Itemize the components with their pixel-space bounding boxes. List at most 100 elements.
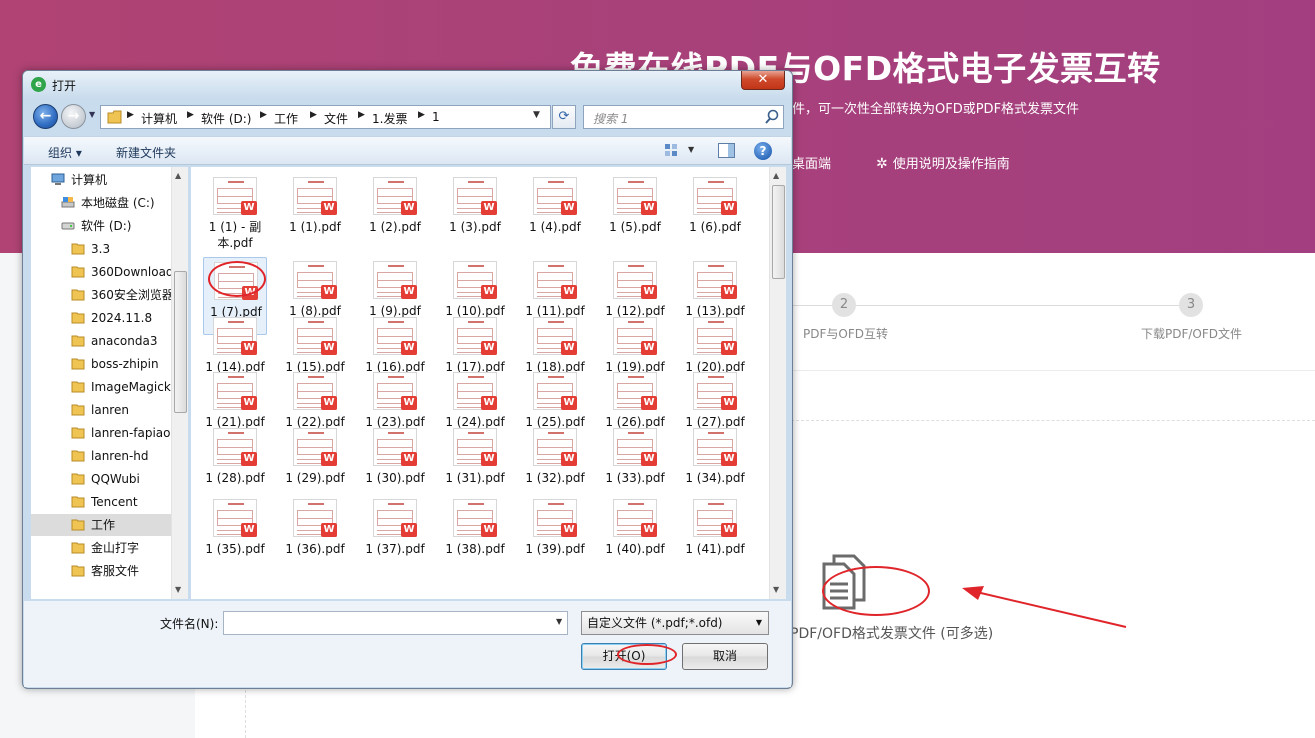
nav-item-folder[interactable]: QQWubi xyxy=(71,468,140,490)
filename-dropdown-icon[interactable]: ▼ xyxy=(556,617,562,626)
file-item[interactable]: W 1 (32).pdf xyxy=(523,424,587,502)
file-list-scrollbar[interactable]: ▲ ▼ xyxy=(769,167,786,599)
nav-item-folder[interactable]: Tencent xyxy=(71,491,138,513)
wps-pdf-icon: W xyxy=(401,341,417,355)
help-icon[interactable]: ? xyxy=(754,142,772,160)
scroll-down-icon[interactable]: ▼ xyxy=(773,585,779,594)
address-bar[interactable]: ▶ 计算机 ▶ 软件 (D:) ▶ 工作 ▶ 文件 ▶ 1.发票 ▶ 1 ▼ xyxy=(100,105,551,129)
breadcrumb-drive-d[interactable]: 软件 (D:) xyxy=(201,110,251,127)
view-dropdown-icon[interactable]: ▼ xyxy=(688,145,694,154)
file-type-select[interactable]: 自定义文件 (*.pdf;*.ofd) ▼ xyxy=(581,611,769,635)
scroll-up-icon[interactable]: ▲ xyxy=(773,171,779,180)
chevron-right-icon[interactable]: ▶ xyxy=(358,110,365,120)
nav-desktop-link[interactable]: 桌面端 xyxy=(792,153,831,172)
scrollbar-thumb[interactable] xyxy=(174,271,187,413)
nav-item-drive-c[interactable]: 本地磁盘 (C:) xyxy=(61,192,155,214)
cancel-button[interactable]: 取消 xyxy=(682,643,768,670)
file-item[interactable]: W 1 (34).pdf xyxy=(683,424,747,502)
filename-input[interactable] xyxy=(223,611,568,635)
folder-icon xyxy=(71,243,85,255)
nav-item-folder[interactable]: lanren-fapiao xyxy=(71,422,171,444)
chevron-right-icon[interactable]: ▶ xyxy=(187,110,194,120)
wps-pdf-icon: W xyxy=(641,523,657,537)
file-name: 1 (33).pdf xyxy=(605,471,665,485)
breadcrumb-files[interactable]: 文件 xyxy=(324,110,348,127)
new-folder-button[interactable]: 新建文件夹 xyxy=(116,144,176,161)
file-item[interactable]: W 1 (37).pdf xyxy=(363,495,427,573)
wps-pdf-icon: W xyxy=(321,396,337,410)
nav-item-folder[interactable]: 客服文件 xyxy=(71,560,139,582)
back-button[interactable]: ← xyxy=(33,104,58,129)
breadcrumb-invoices[interactable]: 1.发票 xyxy=(372,110,407,127)
file-item[interactable]: W 1 (4).pdf xyxy=(523,173,587,251)
scroll-up-icon[interactable]: ▲ xyxy=(175,171,181,180)
wps-pdf-icon: W xyxy=(641,285,657,299)
refresh-button[interactable]: ⟳ xyxy=(552,105,576,129)
address-dropdown-icon[interactable]: ▼ xyxy=(533,110,540,120)
nav-item-drive-d[interactable]: 软件 (D:) xyxy=(61,215,131,237)
address-row: ← → ▼ ▶ 计算机 ▶ 软件 (D:) ▶ 工作 ▶ 文件 ▶ 1.发票 ▶… xyxy=(31,102,786,132)
chevron-right-icon[interactable]: ▶ xyxy=(127,110,134,120)
nav-item-folder[interactable]: 3.3 xyxy=(71,238,110,260)
wps-pdf-icon: W xyxy=(401,396,417,410)
nav-item-folder[interactable]: anaconda3 xyxy=(71,330,157,352)
search-icon[interactable] xyxy=(764,109,780,125)
folder-icon xyxy=(71,312,85,324)
breadcrumb-current[interactable]: 1 xyxy=(432,110,440,124)
chevron-right-icon[interactable]: ▶ xyxy=(260,110,267,120)
file-item[interactable]: W 1 (33).pdf xyxy=(603,424,667,502)
file-name: 1 (4).pdf xyxy=(529,220,581,234)
nav-item-label: Tencent xyxy=(91,495,138,509)
preview-pane-icon[interactable] xyxy=(718,143,735,158)
view-options-icon[interactable] xyxy=(664,143,679,158)
file-item[interactable]: W 1 (30).pdf xyxy=(363,424,427,502)
dialog-titlebar[interactable]: e 打开 ✕ xyxy=(23,71,792,99)
nav-item-folder[interactable]: lanren-hd xyxy=(71,445,149,467)
file-item[interactable]: W 1 (3).pdf xyxy=(443,173,507,251)
breadcrumb-computer[interactable]: 计算机 xyxy=(141,110,177,127)
file-item[interactable]: W 1 (39).pdf xyxy=(523,495,587,573)
file-item[interactable]: W 1 (31).pdf xyxy=(443,424,507,502)
search-input[interactable]: 搜索 1 xyxy=(583,105,784,129)
file-item[interactable]: W 1 (1) - 副本.pdf xyxy=(203,173,267,251)
file-item[interactable]: W 1 (40).pdf xyxy=(603,495,667,573)
nav-item-folder[interactable]: boss-zhipin xyxy=(71,353,159,375)
file-item[interactable]: W 1 (28).pdf xyxy=(203,424,267,502)
file-item[interactable]: W 1 (36).pdf xyxy=(283,495,347,573)
wps-pdf-icon: W xyxy=(481,396,497,410)
file-item[interactable]: W 1 (41).pdf xyxy=(683,495,747,573)
wps-pdf-icon: W xyxy=(401,523,417,537)
wps-pdf-icon: W xyxy=(321,341,337,355)
file-item[interactable]: W 1 (6).pdf xyxy=(683,173,747,251)
nav-item-folder[interactable]: 360Downloads xyxy=(71,261,180,283)
chevron-right-icon[interactable]: ▶ xyxy=(310,110,317,120)
file-name: 1 (1) - 副本.pdf xyxy=(208,220,262,250)
annotation-arrow xyxy=(962,586,1127,628)
forward-button[interactable]: → xyxy=(61,104,86,129)
nav-item-folder[interactable]: 2024.11.8 xyxy=(71,307,152,329)
nav-item-folder[interactable]: ImageMagick xyxy=(71,376,171,398)
organize-menu[interactable]: 组织 ▾ xyxy=(48,144,82,161)
file-name: 1 (5).pdf xyxy=(609,220,661,234)
file-item[interactable]: W 1 (1).pdf xyxy=(283,173,347,251)
scrollbar-thumb[interactable] xyxy=(772,185,785,279)
recent-locations-dropdown[interactable]: ▼ xyxy=(89,110,95,119)
nav-item-folder[interactable]: 360安全浏览器 xyxy=(71,284,174,306)
file-item[interactable]: W 1 (29).pdf xyxy=(283,424,347,502)
close-button[interactable]: ✕ xyxy=(741,71,785,90)
file-item[interactable]: W 1 (5).pdf xyxy=(603,173,667,251)
nav-guide-link[interactable]: ✲ 使用说明及操作指南 xyxy=(876,153,1010,172)
file-item[interactable]: W 1 (2).pdf xyxy=(363,173,427,251)
nav-item-folder-selected[interactable]: 工作 xyxy=(31,514,171,536)
nav-item-folder[interactable]: 金山打字 xyxy=(71,537,139,559)
nav-item-computer[interactable]: 计算机 xyxy=(51,169,107,191)
file-item[interactable]: W 1 (38).pdf xyxy=(443,495,507,573)
chevron-right-icon[interactable]: ▶ xyxy=(418,110,425,120)
navigation-scrollbar[interactable]: ▲ ▼ xyxy=(171,167,188,599)
breadcrumb-work[interactable]: 工作 xyxy=(274,110,298,127)
wps-pdf-icon: W xyxy=(641,452,657,466)
nav-item-folder[interactable]: lanren xyxy=(71,399,129,421)
wps-pdf-icon: W xyxy=(241,201,257,215)
file-item[interactable]: W 1 (35).pdf xyxy=(203,495,267,573)
scroll-down-icon[interactable]: ▼ xyxy=(175,585,181,594)
